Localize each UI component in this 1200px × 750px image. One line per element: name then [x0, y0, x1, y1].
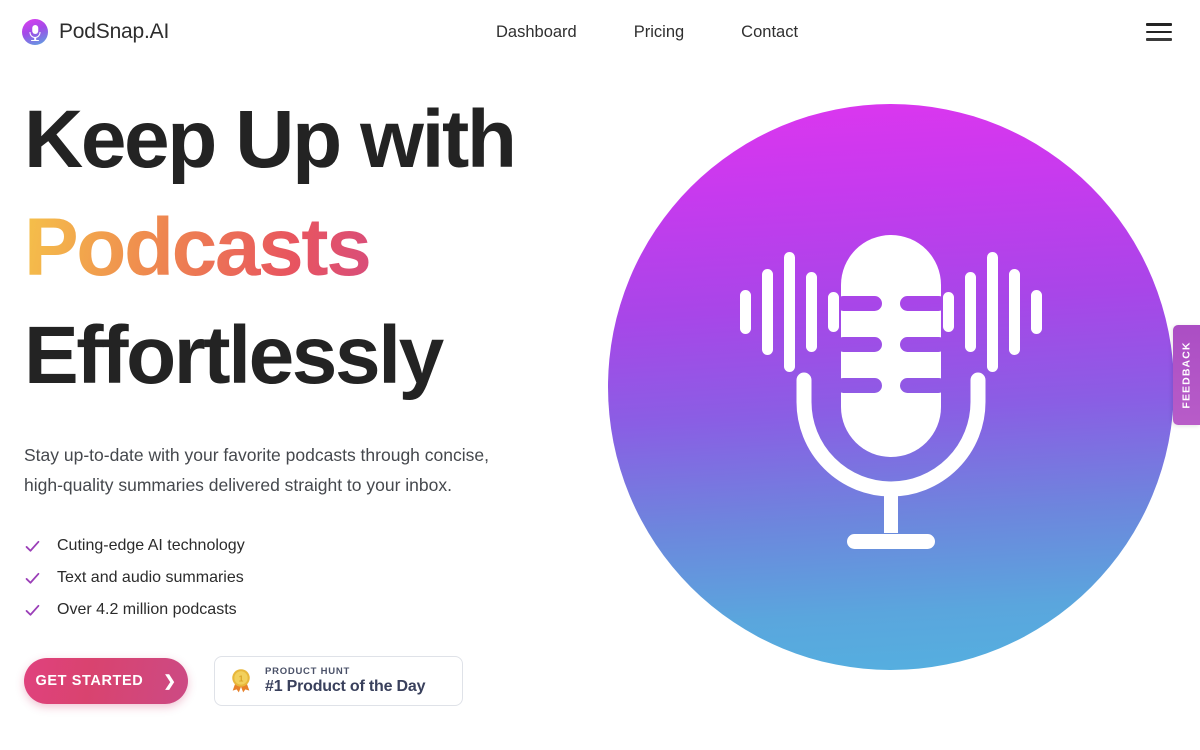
list-item: Over 4.2 million podcasts	[24, 594, 624, 626]
product-hunt-badge[interactable]: 1 PRODUCT HUNT #1 Product of the Day	[214, 656, 463, 706]
hamburger-menu-icon[interactable]	[1146, 21, 1172, 43]
cta-row: GET STARTED ❯ 1 PRODUCT HUNT #1 Product …	[24, 656, 624, 706]
feature-label: Over 4.2 million podcasts	[57, 601, 237, 618]
headline-line-2-gradient: Podcasts	[24, 194, 624, 302]
headline-line-1: Keep Up with	[24, 94, 517, 185]
get-started-label: GET STARTED	[35, 673, 144, 689]
headline-line-3: Effortlessly	[24, 310, 444, 401]
svg-text:1: 1	[239, 674, 244, 684]
hero-content: Keep Up with Podcasts Effortlessly Stay …	[24, 86, 624, 706]
microphone-waveform-icon	[740, 235, 1042, 549]
top-navbar: PodSnap.AI Dashboard Pricing Contact	[0, 0, 1200, 64]
check-icon	[25, 540, 40, 552]
nav-links: Dashboard Pricing Contact	[496, 23, 798, 42]
gold-medal-icon: 1	[232, 669, 250, 693]
nav-link-contact[interactable]: Contact	[741, 23, 798, 42]
list-item: Cuting-edge AI technology	[24, 530, 624, 562]
list-item: Text and audio summaries	[24, 562, 624, 594]
page-title: Keep Up with Podcasts Effortlessly	[24, 86, 624, 410]
check-icon	[25, 604, 40, 616]
check-icon	[25, 572, 40, 584]
hero-subtitle-line-1: Stay up-to-date with your favorite podca…	[24, 445, 489, 465]
brand-logo-link[interactable]: PodSnap.AI	[22, 19, 169, 45]
chevron-right-icon: ❯	[163, 672, 177, 690]
product-hunt-kicker: PRODUCT HUNT	[265, 666, 350, 677]
feature-label: Cuting-edge AI technology	[57, 537, 245, 554]
brand-name: PodSnap.AI	[59, 20, 170, 43]
feedback-tab[interactable]: FEEDBACK	[1173, 325, 1200, 425]
microphone-circle-icon	[22, 19, 48, 45]
get-started-button[interactable]: GET STARTED ❯	[24, 658, 188, 704]
feature-label: Text and audio summaries	[57, 569, 244, 586]
product-hunt-title: #1 Product of the Day	[265, 678, 426, 695]
nav-link-dashboard[interactable]: Dashboard	[496, 23, 577, 42]
hero-illustration	[608, 104, 1174, 670]
nav-link-pricing[interactable]: Pricing	[634, 23, 684, 42]
feature-list: Cuting-edge AI technology Text and audio…	[24, 530, 624, 626]
hero-subtitle: Stay up-to-date with your favorite podca…	[24, 440, 584, 500]
hero-subtitle-line-2: high-quality summaries delivered straigh…	[24, 475, 452, 495]
feedback-tab-label: FEEDBACK	[1180, 341, 1193, 409]
